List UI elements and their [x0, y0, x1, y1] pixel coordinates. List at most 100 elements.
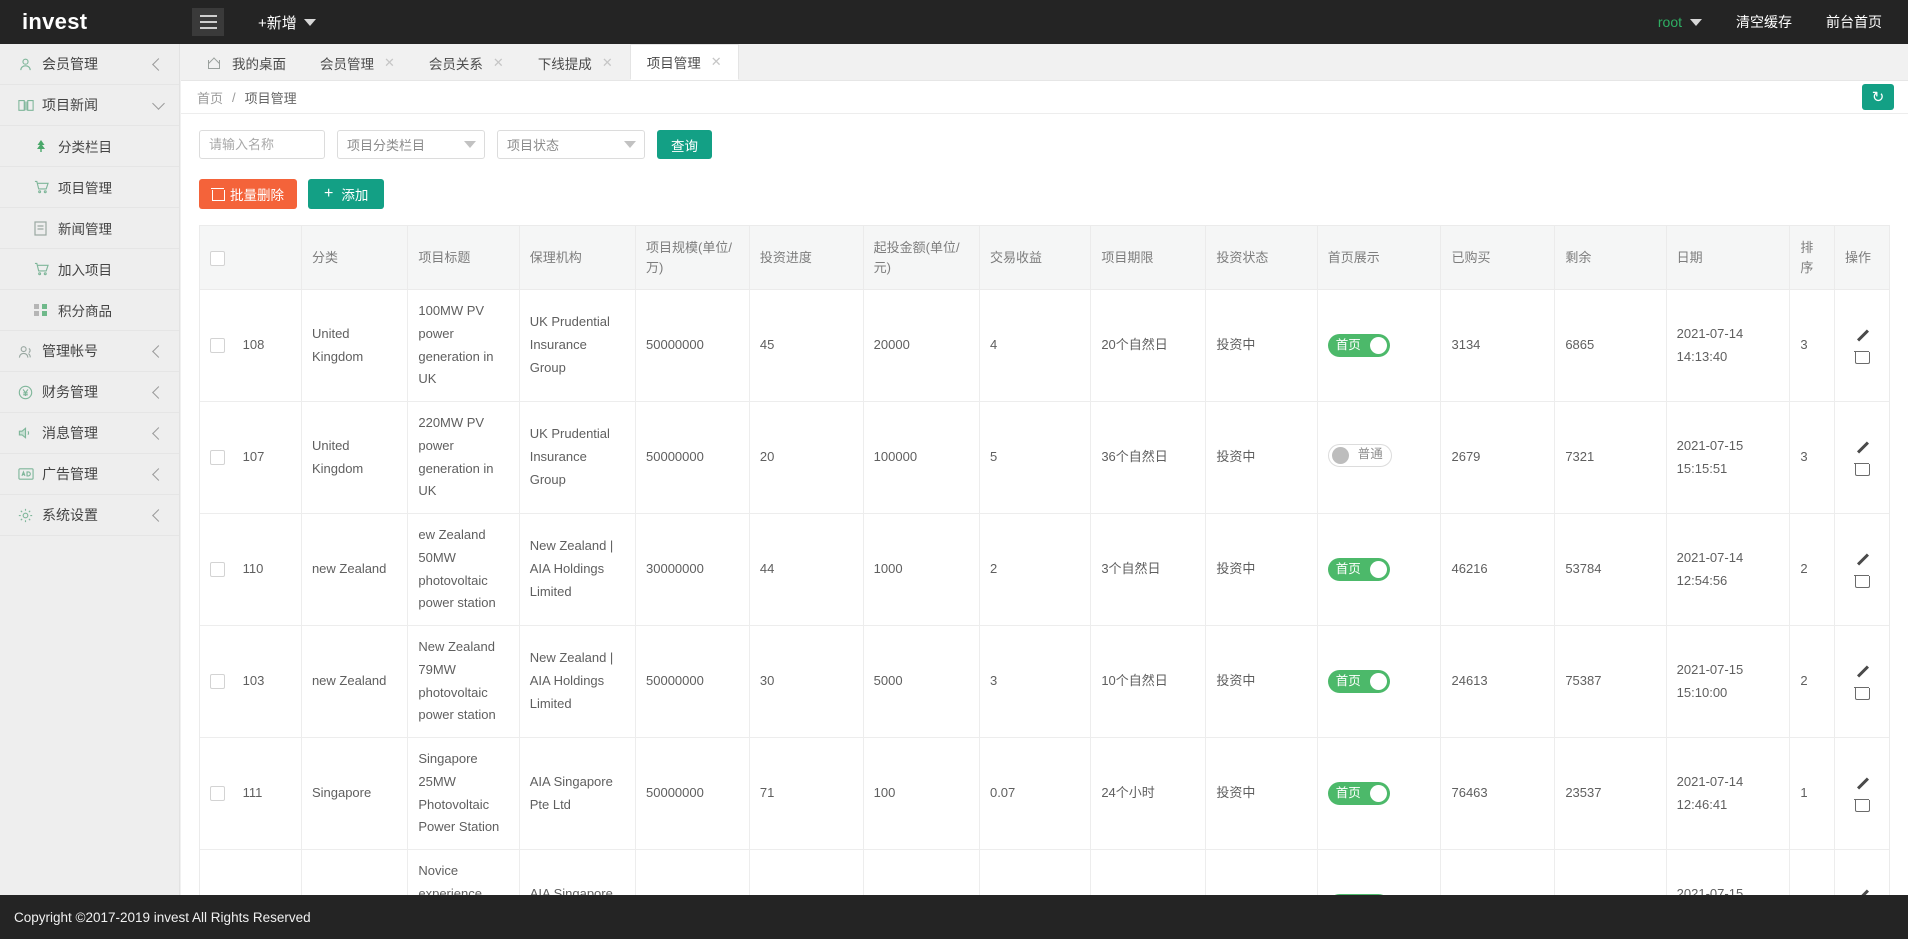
- sidebar-item-10[interactable]: 广告管理: [0, 454, 179, 495]
- add-button[interactable]: + 添加: [308, 179, 384, 209]
- cell-date: 2021-07-15 15:10:00: [1666, 626, 1790, 738]
- chevron-left-icon: [152, 427, 165, 440]
- cell-date: 2021-07-14 12:46:41: [1666, 738, 1790, 850]
- cell-homepage-display[interactable]: 首页: [1317, 290, 1441, 402]
- sidebar-item-1[interactable]: 项目新闻: [0, 85, 179, 126]
- new-button[interactable]: +新增: [258, 12, 316, 33]
- top-header: invest +新增 root 清空缓存 前台首页: [0, 0, 1908, 44]
- sidebar-item-9[interactable]: 消息管理: [0, 413, 179, 454]
- close-icon[interactable]: ✕: [384, 55, 395, 71]
- checkbox[interactable]: [210, 338, 225, 353]
- cell-purchased: 3134: [1441, 290, 1555, 402]
- edit-icon[interactable]: [1855, 328, 1869, 342]
- sidebar-item-4[interactable]: 新闻管理: [0, 208, 179, 249]
- tab-0[interactable]: 我的桌面: [191, 45, 303, 80]
- column-header: 剩余: [1555, 226, 1666, 290]
- cell-homepage-display[interactable]: 普通: [1317, 402, 1441, 514]
- row-select-cell[interactable]: 110: [200, 514, 301, 626]
- edit-icon[interactable]: [1855, 664, 1869, 678]
- row-select-cell[interactable]: 107: [200, 402, 301, 514]
- tab-4[interactable]: 项目管理✕: [630, 44, 739, 80]
- edit-icon[interactable]: [1855, 552, 1869, 566]
- cell-operations[interactable]: [1834, 290, 1889, 402]
- cell-progress: 71: [749, 738, 863, 850]
- edit-icon[interactable]: [1855, 776, 1869, 790]
- cell-status: 投资中: [1206, 402, 1317, 514]
- cell-operations[interactable]: [1834, 738, 1889, 850]
- row-select-cell[interactable]: 111: [200, 738, 301, 850]
- row-select-cell[interactable]: 109: [200, 850, 301, 896]
- chevron-down-icon: [1690, 19, 1702, 26]
- close-icon[interactable]: ✕: [493, 55, 504, 71]
- refresh-icon[interactable]: ↻: [1862, 84, 1894, 110]
- checkbox[interactable]: [210, 450, 225, 465]
- delete-icon[interactable]: [1855, 797, 1868, 811]
- homepage-toggle[interactable]: 首页: [1328, 558, 1390, 581]
- cell-min-amount: 20000: [863, 290, 979, 402]
- cell-scale: 5000000: [636, 850, 750, 896]
- close-icon[interactable]: ✕: [602, 55, 613, 71]
- breadcrumb-separator: /: [232, 90, 236, 105]
- edit-icon[interactable]: [1855, 440, 1869, 454]
- cell-homepage-display[interactable]: 首页: [1317, 514, 1441, 626]
- checkbox[interactable]: [210, 674, 225, 689]
- delete-icon[interactable]: [1855, 349, 1868, 363]
- cell-min-amount: 5000: [863, 626, 979, 738]
- cell-date: 2021-07-15 15:15:51: [1666, 402, 1790, 514]
- row-select-cell[interactable]: 108: [200, 290, 301, 402]
- delete-icon[interactable]: [1855, 685, 1868, 699]
- tab-2[interactable]: 会员关系✕: [412, 45, 521, 80]
- checkbox[interactable]: [210, 251, 225, 266]
- sidebar-item-3[interactable]: 项目管理: [0, 167, 179, 208]
- sidebar-item-5[interactable]: 加入项目: [0, 249, 179, 290]
- cell-operations[interactable]: [1834, 850, 1889, 896]
- checkbox[interactable]: [210, 786, 225, 801]
- cell-min-amount: 100: [863, 738, 979, 850]
- sidebar-item-7[interactable]: 管理帐号: [0, 331, 179, 372]
- cell-homepage-display[interactable]: 首页: [1317, 850, 1441, 896]
- cell-operations[interactable]: [1834, 626, 1889, 738]
- hamburger-icon[interactable]: [192, 8, 224, 36]
- table-row: 109SingaporeNovice experience [limited t…: [200, 850, 1889, 896]
- sidebar-item-label: 加入项目: [58, 259, 163, 279]
- chevron-left-icon: [152, 468, 165, 481]
- status-select[interactable]: 项目状态: [497, 130, 645, 159]
- add-label: 添加: [341, 184, 368, 204]
- homepage-toggle[interactable]: 首页: [1328, 782, 1390, 805]
- close-icon[interactable]: ✕: [711, 54, 722, 70]
- row-select-cell[interactable]: 103: [200, 626, 301, 738]
- sidebar: 会员管理项目新闻分类栏目项目管理新闻管理加入项目积分商品管理帐号财务管理消息管理…: [0, 44, 180, 939]
- sidebar-item-6[interactable]: 积分商品: [0, 290, 179, 331]
- delete-icon[interactable]: [1855, 573, 1868, 587]
- tab-1[interactable]: 会员管理✕: [303, 45, 412, 80]
- user-menu[interactable]: root: [1658, 14, 1702, 30]
- sidebar-item-11[interactable]: 系统设置: [0, 495, 179, 536]
- cell-homepage-display[interactable]: 首页: [1317, 626, 1441, 738]
- sidebar-item-label: 分类栏目: [58, 136, 163, 156]
- edit-icon[interactable]: [1855, 888, 1869, 895]
- cell-operations[interactable]: [1834, 402, 1889, 514]
- table-row: 110new Zealandew Zealand 50MW photovolta…: [200, 514, 1889, 626]
- cell-min-amount: 50: [863, 850, 979, 896]
- cell-homepage-display[interactable]: 首页: [1317, 738, 1441, 850]
- clear-cache-button[interactable]: 清空缓存: [1736, 12, 1792, 32]
- tab-3[interactable]: 下线提成✕: [521, 45, 630, 80]
- cell-operations[interactable]: [1834, 514, 1889, 626]
- toggle-label: 首页: [1331, 783, 1366, 805]
- sidebar-item-0[interactable]: 会员管理: [0, 44, 179, 85]
- homepage-toggle[interactable]: 普通: [1328, 444, 1392, 467]
- search-button[interactable]: 查询: [657, 130, 712, 159]
- breadcrumb-home[interactable]: 首页: [197, 88, 223, 107]
- front-page-link[interactable]: 前台首页: [1826, 12, 1882, 32]
- homepage-toggle[interactable]: 首页: [1328, 670, 1390, 693]
- sidebar-item-2[interactable]: 分类栏目: [0, 126, 179, 167]
- batch-delete-button[interactable]: 批量删除: [199, 179, 297, 209]
- sidebar-item-8[interactable]: 财务管理: [0, 372, 179, 413]
- chevron-down-icon: [304, 19, 316, 26]
- delete-icon[interactable]: [1855, 461, 1868, 475]
- select-all-checkbox[interactable]: [200, 226, 301, 290]
- checkbox[interactable]: [210, 562, 225, 577]
- search-name-input[interactable]: [199, 130, 325, 159]
- category-select[interactable]: 项目分类栏目: [337, 130, 485, 159]
- homepage-toggle[interactable]: 首页: [1328, 334, 1390, 357]
